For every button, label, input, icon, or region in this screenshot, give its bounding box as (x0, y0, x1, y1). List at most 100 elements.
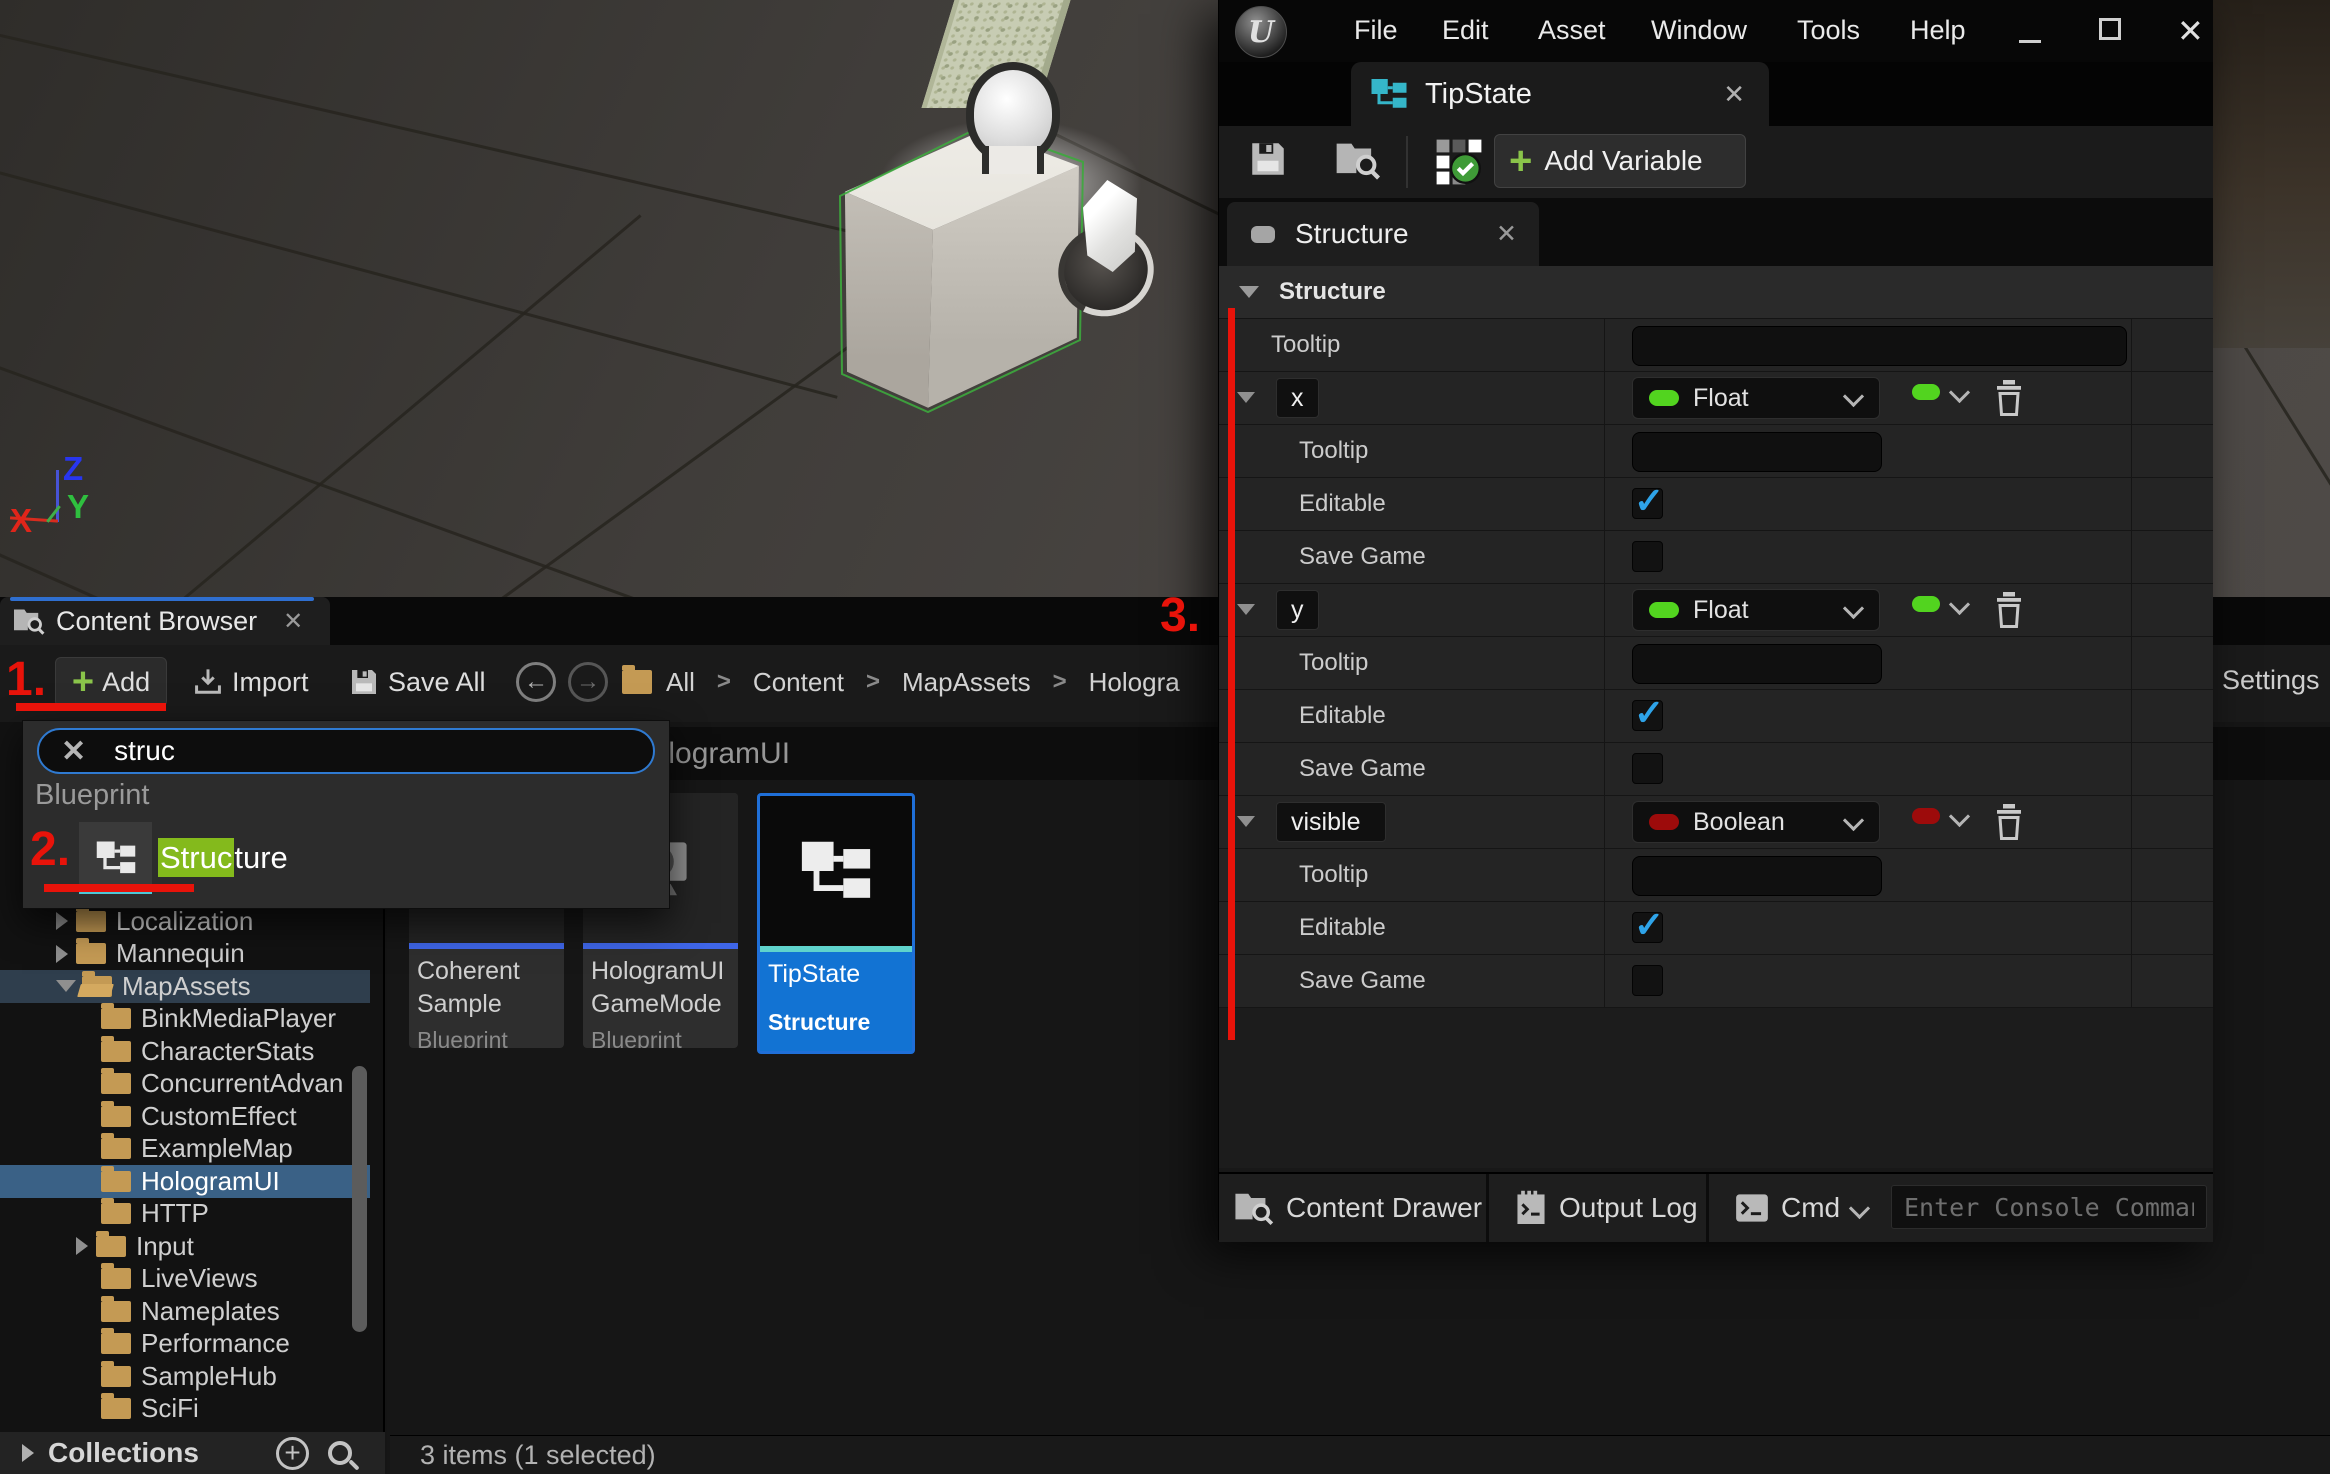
annotation-step-1: 1. (6, 652, 46, 707)
browse-asset-button[interactable] (1335, 138, 1381, 187)
settings-button[interactable]: Settings (2222, 665, 2320, 696)
back-button[interactable]: ← (516, 657, 556, 707)
menu-help[interactable]: Help (1910, 15, 1966, 46)
save-game-checkbox[interactable] (1632, 965, 1663, 996)
console-command-input[interactable] (1891, 1185, 2207, 1229)
tree-item-concurrentadvan[interactable]: ConcurrentAdvan (0, 1068, 370, 1101)
save-asset-button[interactable] (1247, 138, 1289, 185)
asset-search-input[interactable] (112, 734, 636, 768)
row-variable-y[interactable]: y Float (1219, 584, 2213, 637)
menu-tools[interactable]: Tools (1797, 15, 1860, 46)
container-type-dropdown[interactable] (1912, 808, 1967, 824)
tree-item-scifi[interactable]: SciFi (0, 1393, 370, 1426)
expander-down-icon[interactable] (1239, 286, 1259, 298)
tree-item-mapassets[interactable]: MapAssets (0, 970, 370, 1003)
tree-item-mannequin[interactable]: Mannequin (0, 938, 370, 971)
tooltip-input[interactable] (1632, 432, 1882, 472)
tree-item-http[interactable]: HTTP (0, 1198, 370, 1231)
menu-edit[interactable]: Edit (1442, 15, 1489, 46)
breadcrumb-hologramui[interactable]: Hologra (1089, 667, 1180, 698)
tooltip-input[interactable] (1632, 644, 1882, 684)
close-icon[interactable]: ✕ (1496, 219, 1517, 249)
tree-item-liveviews[interactable]: LiveViews (0, 1263, 370, 1296)
structure-section-header[interactable]: Structure (1219, 266, 2213, 319)
minimize-button[interactable] (2019, 40, 2041, 43)
expander-down-icon[interactable] (1237, 604, 1255, 615)
window-titlebar[interactable]: U File Edit Asset Window Tools Help ✕ (1219, 0, 2213, 62)
tree-item-examplemap[interactable]: ExampleMap (0, 1133, 370, 1166)
type-dropdown[interactable]: Boolean (1632, 801, 1880, 843)
breadcrumb-all[interactable]: All (666, 667, 695, 698)
editable-checkbox[interactable]: ✓ (1632, 912, 1663, 943)
import-button[interactable]: Import (192, 657, 309, 707)
menu-window[interactable]: Window (1651, 15, 1747, 46)
cmd-dropdown[interactable]: Cmd (1735, 1174, 1867, 1242)
asset-tile-tipstate[interactable]: TipState Structure (757, 793, 915, 1054)
struct-tooltip-input[interactable] (1632, 326, 2127, 366)
save-game-checkbox[interactable] (1632, 541, 1663, 572)
expander-down-icon[interactable] (1237, 392, 1255, 403)
tree-item-characterstats[interactable]: CharacterStats (0, 1035, 370, 1068)
variable-name-field[interactable]: visible (1276, 802, 1386, 842)
tree-item-label: HTTP (141, 1198, 209, 1229)
tree-item-binkmediaplayer[interactable]: BinkMediaPlayer (0, 1003, 370, 1036)
save-all-button[interactable]: Save All (348, 657, 486, 707)
container-type-dropdown[interactable] (1912, 596, 1967, 612)
variable-name-field[interactable]: x (1276, 378, 1319, 418)
expander-right-icon[interactable] (22, 1444, 34, 1462)
editable-checkbox[interactable]: ✓ (1632, 488, 1663, 519)
expander-down-icon[interactable] (56, 980, 76, 992)
type-dropdown[interactable]: Float (1632, 377, 1880, 419)
chevron-down-icon (1949, 805, 1970, 826)
output-log-button[interactable]: Output Log (1515, 1174, 1698, 1242)
variable-name-field[interactable]: y (1276, 590, 1319, 630)
forward-button[interactable]: → (568, 657, 608, 707)
tree-item-input[interactable]: Input (0, 1230, 370, 1263)
search-collections-icon[interactable] (328, 1441, 352, 1465)
row-variable-visible[interactable]: visible Boolean (1219, 796, 2213, 849)
expander-right-icon[interactable] (56, 912, 68, 930)
menu-asset[interactable]: Asset (1538, 15, 1606, 46)
editable-checkbox[interactable]: ✓ (1632, 700, 1663, 731)
tree-scrollbar[interactable] (352, 1066, 367, 1332)
tab-tipstate[interactable]: TipState ✕ (1351, 62, 1769, 126)
asset-search-box[interactable]: ✕ (37, 728, 655, 774)
tree-item-hologramui[interactable]: HologramUI (0, 1165, 370, 1198)
expander-right-icon[interactable] (76, 1237, 88, 1255)
tree-item-nameplates[interactable]: Nameplates (0, 1295, 370, 1328)
row-variable-x[interactable]: x Float (1219, 372, 2213, 425)
add-collection-button[interactable]: + (276, 1437, 309, 1470)
tooltip-input[interactable] (1632, 856, 1882, 896)
collections-bar[interactable]: Collections + (0, 1432, 385, 1474)
tree-item-performance[interactable]: Performance (0, 1328, 370, 1361)
maximize-button[interactable] (2099, 18, 2121, 40)
tab-content-browser[interactable]: Content Browser ✕ (0, 597, 330, 645)
close-icon[interactable]: ✕ (283, 607, 303, 636)
viewport-wall (2212, 0, 2330, 348)
tree-item-localization[interactable]: Localization (0, 905, 370, 938)
delete-variable-button[interactable] (1994, 380, 2024, 421)
delete-variable-button[interactable] (1994, 804, 2024, 845)
type-dropdown[interactable]: Float (1632, 589, 1880, 631)
menu-file[interactable]: File (1354, 15, 1398, 46)
breadcrumb-content[interactable]: Content (753, 667, 844, 698)
add-variable-button[interactable]: + Add Variable (1494, 134, 1746, 188)
tooltip-label: Tooltip (1299, 649, 1368, 677)
tab-structure-panel[interactable]: Structure ✕ (1227, 202, 1539, 266)
tree-item-label: Mannequin (116, 938, 245, 969)
content-drawer-button[interactable]: Content Drawer (1234, 1174, 1482, 1242)
breadcrumb-mapassets[interactable]: MapAssets (902, 667, 1031, 698)
tree-item-customeffect[interactable]: CustomEffect (0, 1100, 370, 1133)
save-game-checkbox[interactable] (1632, 753, 1663, 784)
container-type-dropdown[interactable] (1912, 384, 1967, 400)
expander-down-icon[interactable] (1237, 816, 1255, 827)
tree-item-samplehub[interactable]: SampleHub (0, 1360, 370, 1393)
add-button[interactable]: + Add (55, 657, 167, 707)
annotation-underline-1 (16, 703, 166, 711)
clear-search-icon[interactable]: ✕ (61, 734, 86, 769)
annotation-underline-2 (44, 884, 194, 892)
close-icon[interactable]: ✕ (1723, 79, 1745, 110)
close-window-button[interactable]: ✕ (2177, 12, 2204, 50)
expander-right-icon[interactable] (56, 945, 68, 963)
delete-variable-button[interactable] (1994, 592, 2024, 633)
